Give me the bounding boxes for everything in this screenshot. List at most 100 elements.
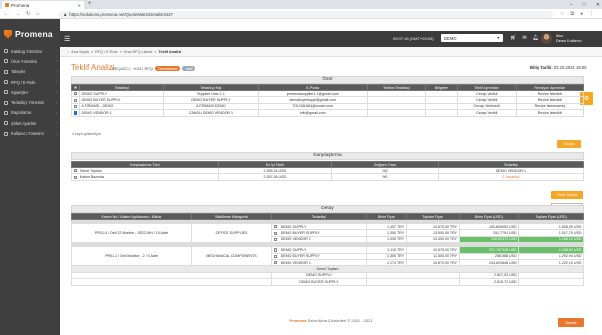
more-icon[interactable]: ⋮ [589, 11, 594, 17]
active-badge: Aktif [182, 66, 196, 72]
sidebar-item-5[interactable]: Tedarikçi Yönetimi › [0, 97, 60, 107]
promena-logo-icon [4, 29, 12, 39]
hamburger-menu-icon[interactable]: ☰ [64, 35, 70, 43]
reload-icon[interactable]: ↻ [26, 11, 30, 17]
close-tab-icon[interactable]: ✕ [78, 3, 81, 8]
chevron-right-icon: › [55, 49, 57, 54]
url-field[interactable]: 🔒︎ https://solutions.promena.net/QuoteMa… [58, 11, 553, 18]
sidebar-item-7[interactable]: Şirket Ayarları › [0, 118, 60, 128]
bell-icon[interactable]: 🔔︎ [533, 35, 539, 41]
rfq-code-text: REQ42CJ - HIZLI RFQ [112, 66, 153, 72]
sidebar-item-label: Tedarikçi Yönetimi [11, 100, 45, 106]
cell-email[interactable]: info@gmail.com [257, 109, 368, 117]
promena-favicon-icon [5, 3, 9, 7]
new-tab-button[interactable]: + [88, 1, 92, 7]
extension-icon[interactable]: ⧉ [570, 11, 574, 17]
box-icon [4, 59, 8, 64]
item-category: MECHANICAL COMPONENTS [191, 246, 272, 267]
lock-icon: 🔒︎ [64, 12, 67, 17]
topbar-icons: 🛒︎ ✉ 🔔︎ [510, 35, 539, 41]
sidebar-item-4[interactable]: Siparişler › [0, 87, 60, 97]
home-icon[interactable]: ⌂ [36, 11, 39, 17]
table-row[interactable]: Kalem Bazında 2.357,08 USD %0 2 Tedarikçi [71, 173, 585, 181]
grand-total-value: 2.810,72 USD [458, 278, 520, 286]
cart-icon[interactable]: 🛒︎ [510, 35, 516, 41]
cell-supplier[interactable]: 2 Tedarikçi [437, 173, 585, 181]
sidebar-item-8[interactable]: Kullanıcı Yönetimi › [0, 128, 60, 138]
sidebar-item-3[interactable]: RFQ / E-Rule › [0, 77, 60, 87]
item-description: PR01-1 / Dell Monitor - 2 / 5 Adet [71, 246, 192, 267]
ozet-table: Tedarikçi Tedarikçi Kişi E-Posta Telefon Te… [71, 84, 585, 117]
row-checkbox[interactable] [73, 104, 78, 109]
offer-checkbox[interactable] [273, 225, 277, 229]
detail-table: Kalem No / Kalem Açıklaması / Miktar Sabi… [71, 213, 584, 286]
star-icon[interactable]: ☆ [560, 11, 564, 17]
cell-type[interactable]: Kalem Bazında [71, 173, 219, 181]
company-select[interactable]: DEMO ▼ [441, 34, 503, 42]
sidebar-item-label: Kullanıcı Yönetimi [11, 131, 44, 137]
sidebar-item-label: Siparişler [11, 89, 29, 95]
table-row[interactable]: DEMO VENDOR 1 CANGU DEMO VENDOR 1 info@gma… [71, 109, 585, 117]
offer-checkbox[interactable] [273, 248, 277, 252]
chevron-down-icon: ▼ [496, 36, 500, 40]
sidebar-item-label: Katalog Yönetimi [11, 48, 42, 54]
close-window-icon[interactable]: ✕ [596, 2, 600, 8]
comparison-checkbox[interactable] [73, 175, 77, 179]
forward-icon[interactable]: → [15, 11, 20, 17]
page-title: Teklif Analizi [71, 63, 115, 72]
record-count: 4 kayıt gösteriliyor [72, 132, 101, 136]
catalog-icon [4, 49, 8, 54]
offer-checkbox[interactable] [273, 231, 277, 235]
sidebar-item-0[interactable]: Katalog Yönetimi › [0, 46, 60, 56]
minimize-icon[interactable]: – [570, 2, 573, 8]
rfq-code: REQ42CJ - HIZLI RFQ Tamamlandı Aktif [112, 66, 196, 72]
sidebar-item-1[interactable]: Ürün Yönetimi › [0, 56, 60, 66]
approve-offer-button[interactable]: Teklifi Onayla [551, 191, 583, 199]
url-text: https://solutions.promena.net/QuoteMatri… [69, 12, 173, 17]
row-checkbox[interactable] [73, 92, 78, 96]
promena-logo[interactable]: Promena [4, 29, 53, 39]
supplier-name: DEMO SUPPLY [280, 224, 307, 229]
select-all-checkbox[interactable] [73, 85, 78, 90]
add-to-cart-button[interactable]: Sepete [558, 318, 584, 327]
breadcrumb-home[interactable]: Ana Sayfa [71, 50, 89, 54]
breadcrumb-list[interactable]: Kısa RFQ Listesi [124, 50, 152, 54]
user-icon [4, 131, 8, 136]
chart-icon [4, 110, 8, 115]
comparison-checkbox[interactable] [73, 169, 77, 173]
breadcrumb: ⌂ Ana Sayfa» RFQ / E-Rule» Kısa RFQ List… [60, 47, 602, 57]
supplier-icon [4, 100, 8, 105]
browser-tab[interactable]: Promena ✕ [2, 1, 84, 9]
back-icon[interactable]: ← [4, 11, 9, 17]
user-info[interactable]: Alıcı Demo Kullanıcı [556, 34, 582, 43]
grand-total-row: DEMO BUYER SUPPLY 2.810,72 USD [71, 278, 584, 286]
cell-status: Cevap Verildi [456, 109, 517, 117]
maximize-icon[interactable]: □ [583, 2, 586, 8]
mail-icon[interactable]: ✉ [522, 35, 526, 41]
cell-best: 2.357,08 USD [217, 173, 332, 181]
offer-checkbox[interactable] [273, 261, 277, 265]
profile-icon[interactable]: ● [580, 11, 583, 17]
browser-extensions: ☆ ⧉ ● ⋮ [560, 11, 594, 17]
row-checkbox[interactable] [73, 98, 78, 102]
row-select[interactable] [71, 109, 80, 117]
empty-cell [71, 278, 272, 286]
breadcrumb-rfq[interactable]: RFQ / E-Rule [95, 50, 118, 54]
comparison-section-header: Karşılaştırma [71, 152, 584, 160]
offer-checkbox[interactable] [273, 237, 277, 242]
avatar[interactable] [541, 33, 552, 44]
end-date-label: Bitiş Tarihi: [530, 65, 553, 70]
offer-checkbox[interactable] [273, 254, 277, 258]
cell-supplier: DEMO VENDOR 1 [78, 109, 165, 117]
empty-cell [365, 278, 460, 286]
cell-phone [366, 109, 426, 117]
browser-tab-title: Promena [11, 2, 30, 8]
sidebar-item-2[interactable]: Talepler › [0, 67, 60, 77]
chevron-right-icon: › [55, 80, 57, 85]
logo-text: Promena [15, 29, 53, 39]
sidebar-item-6[interactable]: Raporlama › [0, 108, 60, 118]
home-icon[interactable]: ⌂ [67, 50, 69, 54]
row-checkbox[interactable] [73, 111, 78, 115]
approve-button[interactable]: Onayla [557, 140, 581, 148]
empty-cell [518, 278, 584, 286]
